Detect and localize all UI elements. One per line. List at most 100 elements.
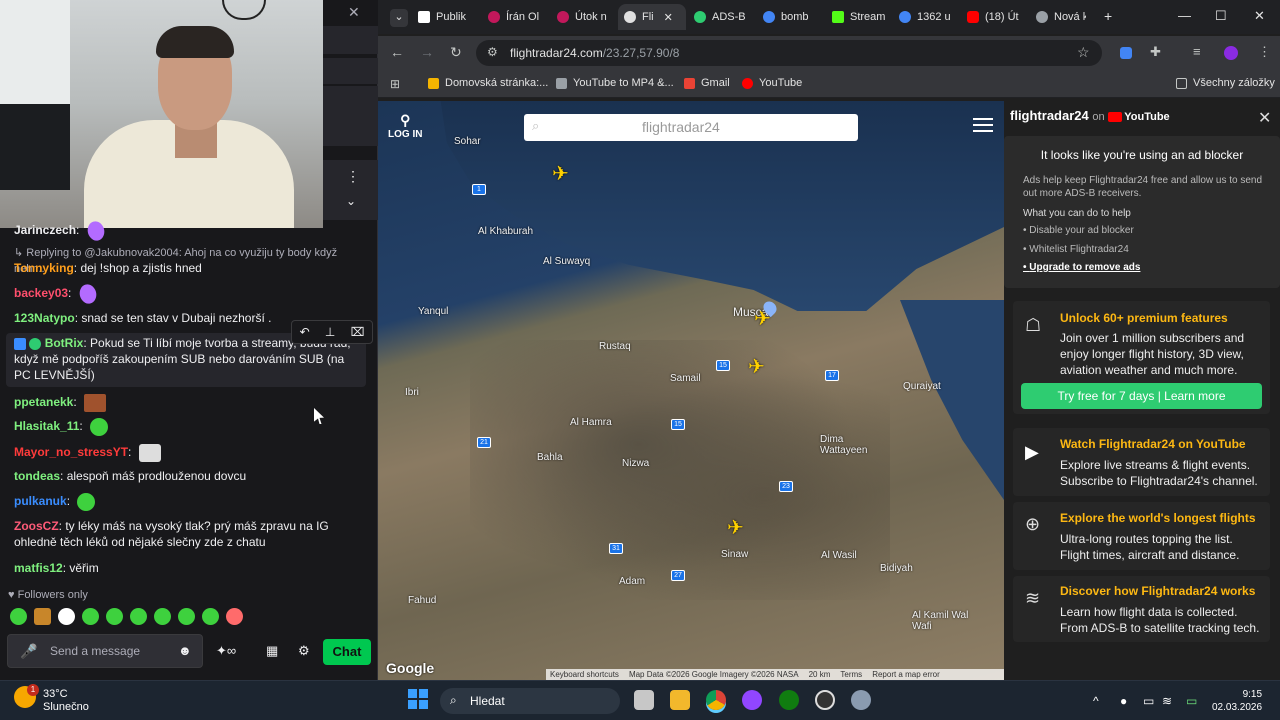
tab[interactable]: ADS-B xyxy=(694,4,750,30)
forward-icon[interactable]: → xyxy=(420,44,434,60)
tab-active[interactable]: Fli ✕ xyxy=(618,4,686,30)
more-icon[interactable]: ⋮ xyxy=(1258,44,1271,60)
tab[interactable]: Nová k xyxy=(1036,4,1086,30)
how-it-works-card[interactable]: ≋ Discover how Flightradar24 works Learn… xyxy=(1013,576,1270,642)
tab[interactable]: Útok n xyxy=(557,4,613,30)
mic-icon[interactable]: ● xyxy=(1120,694,1127,708)
maximize-icon[interactable]: ☐ xyxy=(1215,8,1227,24)
extension-icon[interactable] xyxy=(1120,47,1132,59)
try-free-button[interactable]: Try free for 7 days | Learn more xyxy=(1021,383,1262,409)
bookmark-item[interactable]: Domovská stránka:... xyxy=(428,77,548,89)
emote-picker-icon[interactable]: ☻ xyxy=(178,643,192,658)
emote[interactable] xyxy=(202,608,219,625)
emote[interactable] xyxy=(58,608,75,625)
bookmark-item[interactable]: YouTube xyxy=(742,77,802,89)
url-text[interactable]: flightradar24.com/23.27,57.90/8 xyxy=(510,46,679,60)
bookmark-item[interactable]: YouTube to MP4 &... xyxy=(556,77,674,89)
back-icon[interactable]: ← xyxy=(390,44,404,60)
clock[interactable]: 9:15 02.03.2026 xyxy=(1212,688,1262,714)
emote[interactable] xyxy=(106,608,123,625)
pin-icon[interactable]: ⊥ xyxy=(325,325,335,339)
battery-icon[interactable]: ▭ xyxy=(1186,694,1197,708)
task-view-icon[interactable] xyxy=(634,690,654,710)
xbox-icon[interactable] xyxy=(779,690,799,710)
longest-flights-card[interactable]: ⊕ Explore the world's longest flights Ul… xyxy=(1013,502,1270,570)
chat-input-placeholder[interactable]: Send a message xyxy=(50,644,140,658)
chat-username[interactable]: Tonnyking xyxy=(14,261,74,275)
chat-username[interactable]: tondeas xyxy=(14,469,60,483)
obs-icon[interactable] xyxy=(815,690,835,710)
more-icon[interactable]: ⋮ xyxy=(346,168,360,185)
mic-icon[interactable]: 🎤 xyxy=(20,643,37,660)
new-tab-icon[interactable]: + xyxy=(1104,8,1112,24)
tray-chevron-icon[interactable]: ^ xyxy=(1093,694,1099,708)
chat-username[interactable]: ZoosCZ xyxy=(14,519,59,533)
youtube-card[interactable]: ▶ Watch Flightradar24 on YouTube Explore… xyxy=(1013,428,1270,496)
aircraft-icon[interactable]: ✈ xyxy=(552,164,569,184)
emote[interactable] xyxy=(154,608,171,625)
chat-send-button[interactable]: Chat xyxy=(323,639,371,665)
profile-avatar[interactable] xyxy=(1224,46,1238,60)
tab[interactable]: Stream xyxy=(832,4,890,30)
reply-icon[interactable]: ↶ xyxy=(300,325,310,339)
aircraft-icon[interactable]: ✈ xyxy=(727,518,744,538)
all-bookmarks[interactable]: Všechny záložky xyxy=(1176,77,1275,89)
tab[interactable]: Írán Ol xyxy=(488,4,548,30)
chat-username[interactable]: Hlasitak_11 xyxy=(14,419,79,433)
emote[interactable] xyxy=(226,608,243,625)
taskbar-search[interactable] xyxy=(440,688,620,714)
chat-username[interactable]: BotRix xyxy=(45,336,84,350)
menu-icon[interactable] xyxy=(973,118,993,132)
chat-username[interactable]: ppetanekk xyxy=(14,395,73,409)
site-info-icon[interactable]: ⚙ xyxy=(487,45,498,59)
gear-icon[interactable]: ⚙ xyxy=(298,643,310,659)
chat-username[interactable]: backey03 xyxy=(14,286,68,300)
bookmark-item[interactable]: Gmail xyxy=(684,77,730,89)
tab[interactable]: 1362 u xyxy=(899,4,955,30)
network-icon[interactable]: ≋ xyxy=(1162,694,1172,708)
tab-close-icon[interactable]: ✕ xyxy=(664,11,673,24)
emote[interactable] xyxy=(82,608,99,625)
minimize-icon[interactable]: — xyxy=(1178,8,1191,23)
emote[interactable] xyxy=(130,608,147,625)
weather-widget[interactable]: 33°C Slunečno xyxy=(43,688,89,714)
close-icon[interactable]: ✕ xyxy=(1258,108,1271,128)
aircraft-icon[interactable]: ✈ xyxy=(748,357,765,377)
chat-username[interactable]: Mayor_no_stressYT xyxy=(14,445,128,459)
tab-search-icon[interactable]: ⌄ xyxy=(390,9,408,27)
chrome-icon[interactable] xyxy=(706,690,726,710)
chevron-down-icon[interactable]: ⌄ xyxy=(346,194,356,208)
map-place-label: Samail xyxy=(670,373,701,384)
tab[interactable]: bomb xyxy=(763,4,819,30)
terms-link[interactable]: Terms xyxy=(840,670,862,679)
file-explorer-icon[interactable] xyxy=(670,690,690,710)
extensions-puzzle-icon[interactable]: ✚ xyxy=(1150,44,1161,60)
emote[interactable] xyxy=(34,608,51,625)
bits-icon[interactable]: ✦∞ xyxy=(216,643,236,659)
apps-grid-icon[interactable]: ⊞ xyxy=(390,77,400,91)
display-icon[interactable]: ▭ xyxy=(1143,694,1154,708)
close-icon[interactable]: ✕ xyxy=(348,4,360,21)
login-button[interactable]: ⚲ LOG IN xyxy=(388,112,422,140)
chat-username[interactable]: pulkanuk xyxy=(14,494,67,508)
keyboard-shortcuts-link[interactable]: Keyboard shortcuts xyxy=(550,670,619,679)
emote[interactable] xyxy=(178,608,195,625)
report-error-link[interactable]: Report a map error xyxy=(872,670,940,679)
chat-username[interactable]: Jarinczech xyxy=(14,223,76,237)
app-icon[interactable] xyxy=(742,690,762,710)
tab[interactable]: (18) Út xyxy=(967,4,1023,30)
chat-text: alespoň máš prodlouženou dovcu xyxy=(66,469,247,483)
tab[interactable]: Publik xyxy=(418,4,480,30)
chat-username[interactable]: matfis12 xyxy=(14,561,63,575)
delete-icon[interactable]: ⌧ xyxy=(351,325,365,339)
windows-start-icon[interactable] xyxy=(408,689,428,709)
upgrade-link[interactable]: • Upgrade to remove ads xyxy=(1023,262,1140,273)
window-close-icon[interactable]: ✕ xyxy=(1254,8,1265,24)
chat-username[interactable]: 123Natypo xyxy=(14,311,75,325)
store-icon[interactable]: ▦ xyxy=(266,643,278,659)
bookmark-star-icon[interactable]: ☆ xyxy=(1077,44,1090,61)
reading-list-icon[interactable]: ≡ xyxy=(1193,44,1201,59)
reload-icon[interactable]: ↻ xyxy=(450,44,462,61)
emote[interactable] xyxy=(10,608,27,625)
settings-gear-icon[interactable] xyxy=(851,690,871,710)
